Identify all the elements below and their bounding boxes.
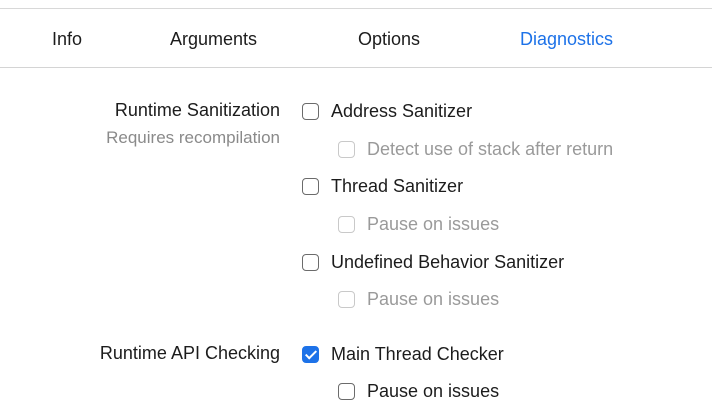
thread-sanitizer-option[interactable]: Thread Sanitizer <box>302 173 463 199</box>
ub-pause-on-issues-checkbox[interactable] <box>338 290 355 308</box>
address-sanitizer-checkbox[interactable] <box>302 102 319 120</box>
tab-options[interactable]: Options <box>358 9 420 67</box>
ub-pause-on-issues-label: Pause on issues <box>367 288 500 309</box>
thread-pause-on-issues-checkbox[interactable] <box>338 215 355 233</box>
detect-stack-after-return-label: Detect use of stack after return <box>367 138 614 159</box>
thread-pause-on-issues-option[interactable]: Pause on issues <box>338 211 499 237</box>
scheme-tab-bar: Info Arguments Options Diagnostics <box>0 9 712 68</box>
tab-info[interactable]: Info <box>52 9 82 67</box>
thread-sanitizer-label: Thread Sanitizer <box>331 175 464 196</box>
tab-diagnostics[interactable]: Diagnostics <box>520 9 613 67</box>
detect-stack-after-return-option[interactable]: Detect use of stack after return <box>338 136 613 162</box>
ub-pause-on-issues-option[interactable]: Pause on issues <box>338 286 499 312</box>
thread-sanitizer-checkbox[interactable] <box>302 177 319 195</box>
ub-sanitizer-checkbox[interactable] <box>302 253 319 271</box>
detect-stack-after-return-checkbox[interactable] <box>338 140 355 158</box>
mtc-pause-on-issues-checkbox[interactable] <box>338 382 355 400</box>
address-sanitizer-label: Address Sanitizer <box>331 100 473 121</box>
mtc-pause-on-issues-label: Pause on issues <box>367 380 500 401</box>
requires-recompilation-note: Requires recompilation <box>106 128 280 147</box>
runtime-sanitization-label: Runtime Sanitization <box>114 100 280 120</box>
main-thread-checker-label: Main Thread Checker <box>331 343 504 364</box>
runtime-api-checking-label: Runtime API Checking <box>99 343 280 363</box>
ub-sanitizer-option[interactable]: Undefined Behavior Sanitizer <box>302 249 564 275</box>
thread-pause-on-issues-label: Pause on issues <box>367 213 500 234</box>
main-thread-checker-checkbox[interactable] <box>302 345 319 363</box>
address-sanitizer-option[interactable]: Address Sanitizer <box>302 98 472 124</box>
ub-sanitizer-label: Undefined Behavior Sanitizer <box>331 251 565 272</box>
main-thread-checker-option[interactable]: Main Thread Checker <box>302 341 504 367</box>
mtc-pause-on-issues-option[interactable]: Pause on issues <box>338 378 499 404</box>
tab-arguments[interactable]: Arguments <box>170 9 257 67</box>
